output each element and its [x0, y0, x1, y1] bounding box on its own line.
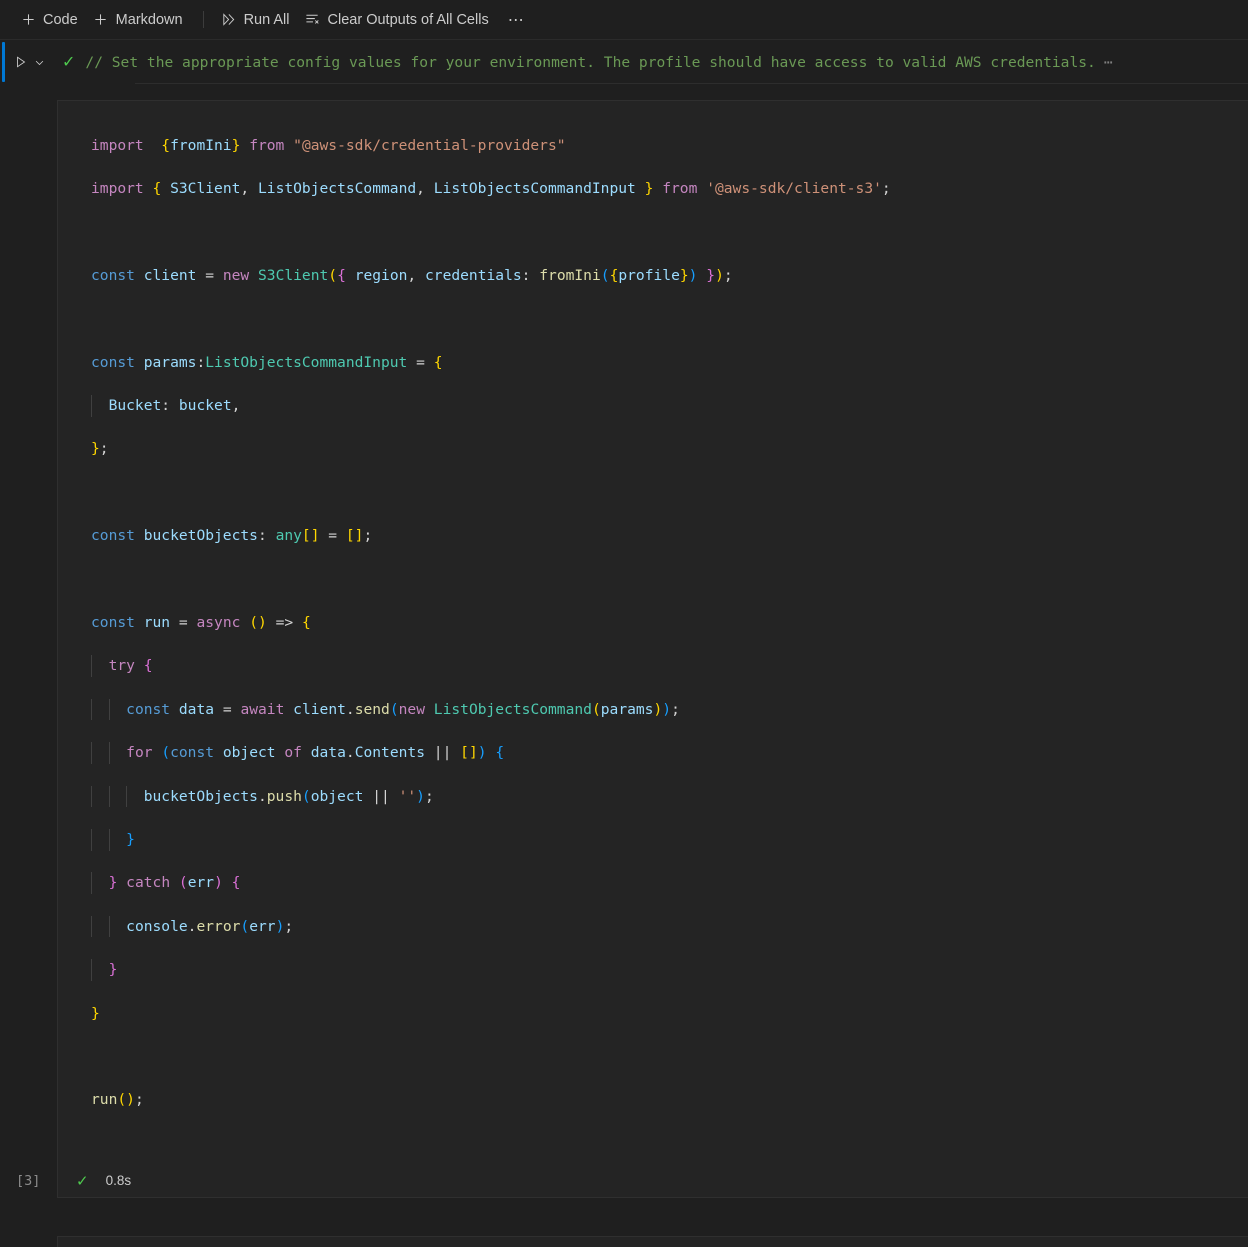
run-all-label: Run All — [243, 11, 290, 28]
code-content-1: import {fromIni} from "@aws-sdk/credenti… — [58, 113, 1248, 1154]
code-line: import {fromIni} from "@aws-sdk/credenti… — [91, 136, 566, 154]
clear-outputs-button[interactable]: Clear Outputs of All Cells — [299, 9, 498, 31]
code-line: } catch (err) { — [91, 872, 1248, 895]
add-markdown-cell-button[interactable]: Markdown — [87, 9, 192, 31]
cell-success-icon: ✓ — [62, 54, 76, 71]
cell-status-row-1: [3] ✓ 0.8s — [0, 1164, 1248, 1199]
code-editor-2[interactable]: import { display } from 'node-kernel'; c… — [57, 1236, 1248, 1247]
plus-icon — [93, 12, 109, 28]
code-line: }; — [91, 440, 109, 458]
toolbar-separator — [202, 11, 204, 28]
code-line: const client = new S3Client({ region, cr… — [91, 266, 733, 284]
clear-outputs-label: Clear Outputs of All Cells — [327, 11, 489, 28]
add-markdown-cell-label: Markdown — [115, 11, 183, 28]
execution-success-icon: ✓ — [76, 1172, 89, 1190]
code-line: const data = await client.send(new ListO… — [91, 698, 1248, 721]
chevron-down-icon[interactable] — [32, 57, 46, 68]
clear-outputs-icon — [305, 12, 321, 28]
notebook-toolbar: Code Markdown Run All Clear Outputs of A… — [0, 0, 1248, 40]
code-line: try { — [91, 655, 1248, 678]
markdown-cell-collapsed[interactable]: ✓ // Set the appropriate config values f… — [0, 40, 1248, 84]
code-line: Bucket: bucket, — [91, 395, 1248, 417]
code-line: bucketObjects.push(object || ''); — [91, 785, 1248, 808]
markdown-cell-ellipsis[interactable]: ⋯ — [1104, 54, 1113, 71]
cell-divider — [135, 83, 1248, 84]
execution-count: [3] — [16, 1173, 41, 1190]
add-code-cell-button[interactable]: Code — [14, 9, 87, 31]
cell-selection-accent — [2, 42, 5, 82]
code-line: console.error(err); — [91, 915, 1248, 938]
plus-icon — [20, 12, 36, 28]
notebook-editor: Code Markdown Run All Clear Outputs of A… — [0, 0, 1248, 1247]
run-all-button[interactable]: Run All — [215, 9, 299, 31]
code-editor-1[interactable]: import {fromIni} from "@aws-sdk/credenti… — [57, 100, 1248, 1165]
code-cell-2: import { display } from 'node-kernel'; c… — [0, 1236, 1248, 1247]
code-line: } — [91, 1004, 100, 1022]
code-line: const params:ListObjectsCommandInput = { — [91, 353, 443, 371]
cell-spacer — [0, 1198, 1248, 1236]
execution-duration: 0.8s — [105, 1173, 132, 1189]
code-line: for (const object of data.Contents || []… — [91, 742, 1248, 764]
code-line: run(); — [91, 1091, 144, 1109]
code-line: } — [91, 828, 1248, 851]
add-code-cell-label: Code — [43, 11, 78, 28]
code-line: } — [91, 959, 1248, 981]
run-all-icon — [221, 12, 237, 28]
toolbar-more-button[interactable]: ⋯ — [498, 8, 536, 32]
markdown-cell-text: // Set the appropriate config values for… — [85, 53, 1096, 71]
code-cell-1: import {fromIni} from "@aws-sdk/credenti… — [0, 100, 1248, 1199]
code-line: const run = async () => { — [91, 614, 311, 631]
code-line: import { S3Client, ListObjectsCommand, L… — [91, 180, 891, 198]
code-line: const bucketObjects: any[] = []; — [91, 527, 373, 545]
run-cell-button[interactable] — [10, 55, 32, 69]
